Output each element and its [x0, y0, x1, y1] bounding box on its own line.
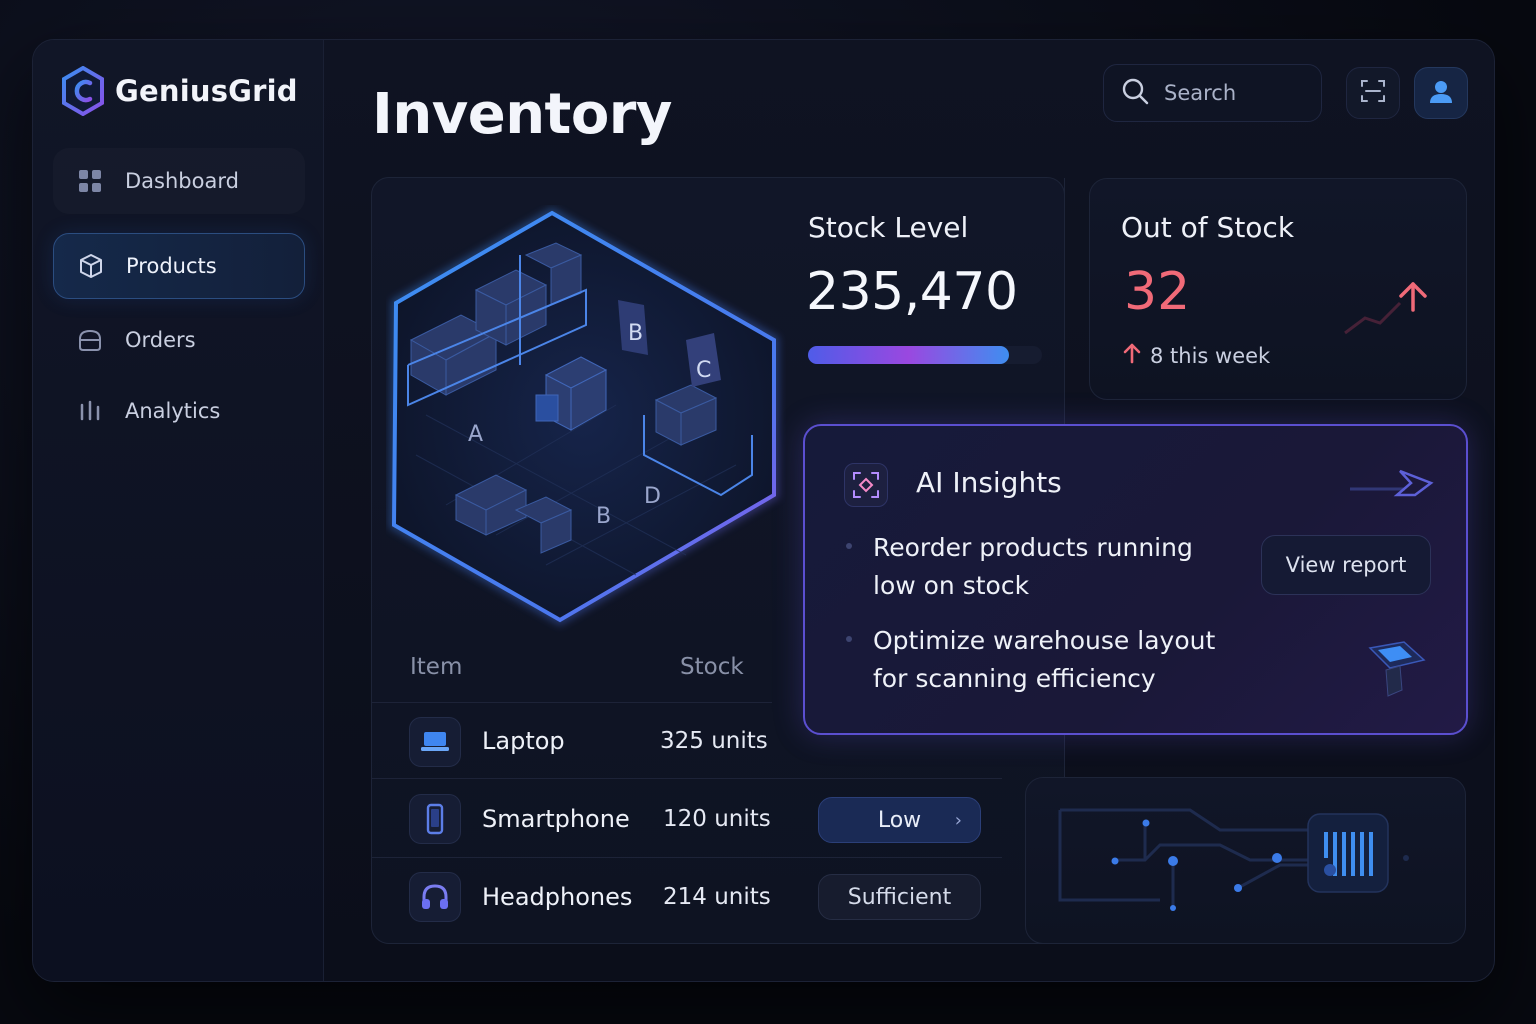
bars-icon	[77, 398, 103, 424]
row-stock-value: 214 units	[663, 884, 771, 910]
zone-label-b-top: B	[628, 321, 643, 346]
row-stock-value: 325 units	[660, 728, 768, 754]
stock-level-value: 235,470	[806, 262, 1018, 322]
arrow-up-icon	[1122, 342, 1142, 369]
search-input[interactable]	[1164, 81, 1304, 105]
row-item-name: Smartphone	[482, 805, 630, 833]
zone-label-d: D	[644, 484, 661, 509]
chevron-right-icon: ›	[954, 809, 962, 831]
status-badge-label: Sufficient	[847, 884, 952, 910]
row-item-name: Laptop	[482, 727, 565, 755]
sidebar-item-dashboard[interactable]: Dashboard	[53, 148, 305, 214]
sidebar-item-label: Orders	[125, 328, 196, 352]
divider	[372, 857, 1002, 858]
search-icon	[1120, 76, 1150, 110]
table-header-item: Item	[410, 654, 463, 680]
arrow-right-icon	[1350, 469, 1434, 497]
out-of-stock-value: 32	[1124, 262, 1191, 322]
sidebar-item-orders[interactable]: Orders	[53, 307, 305, 373]
ai-insight-item: Optimize warehouse layout for scanning e…	[873, 626, 1216, 693]
trend-up-icon	[1344, 282, 1427, 335]
divider	[372, 702, 772, 703]
row-stock-value: 120 units	[663, 806, 771, 832]
row-item-name: Headphones	[482, 883, 633, 911]
sidebar-item-label: Products	[126, 254, 217, 278]
scan-button[interactable]	[1346, 67, 1400, 119]
stock-level-title: Stock Level	[808, 211, 969, 244]
brand-name: GeniusGrid	[115, 74, 298, 108]
out-of-stock-change-text: 8 this week	[1150, 343, 1271, 368]
view-report-button[interactable]: View report	[1261, 535, 1431, 595]
zone-label-c: C	[696, 358, 711, 383]
brand[interactable]: GeniusGrid	[61, 66, 298, 116]
smartphone-icon	[409, 794, 461, 844]
box-icon	[78, 253, 104, 279]
circuit-illustration	[1058, 808, 1409, 911]
ai-insight-item: Reorder products running low on stock	[873, 533, 1193, 600]
warehouse-illustration: A B C B D	[388, 207, 779, 626]
bullet-dot	[846, 543, 852, 549]
scan-icon	[1360, 78, 1386, 108]
status-badge-low[interactable]: Low ›	[818, 797, 981, 843]
scanner-icon	[1368, 641, 1426, 697]
out-of-stock-change: 8 this week	[1122, 342, 1270, 369]
stock-level-bar-fill	[808, 346, 1010, 364]
search-box[interactable]	[1103, 64, 1322, 122]
headphones-icon	[409, 872, 461, 922]
bag-icon	[77, 327, 103, 353]
sidebar-item-label: Dashboard	[125, 169, 239, 193]
grid-icon	[77, 168, 103, 194]
sidebar-item-label: Analytics	[125, 399, 221, 423]
table-header-stock: Stock	[680, 654, 744, 680]
out-of-stock-title: Out of Stock	[1121, 211, 1295, 244]
geniusgrid-logo-icon	[62, 66, 104, 116]
stock-level-bar	[808, 346, 1042, 364]
user-avatar-button[interactable]	[1414, 67, 1468, 119]
zone-label-b-bottom: B	[596, 504, 611, 529]
bullet-dot	[846, 636, 852, 642]
sidebar-item-products[interactable]: Products	[53, 233, 305, 299]
ai-sparkle-icon	[844, 463, 888, 507]
ai-insights-title: AI Insights	[916, 466, 1062, 499]
zone-label-a: A	[468, 422, 483, 447]
status-badge-sufficient[interactable]: Sufficient	[818, 874, 981, 920]
divider	[372, 778, 1002, 779]
sidebar-item-analytics[interactable]: Analytics	[53, 378, 305, 444]
user-icon	[1426, 76, 1456, 110]
page-title: Inventory	[372, 82, 672, 147]
status-badge-label: Low	[877, 807, 922, 833]
laptop-icon	[409, 717, 461, 767]
sidebar: GeniusGrid Dashboard Products Orders Ana…	[33, 40, 324, 981]
